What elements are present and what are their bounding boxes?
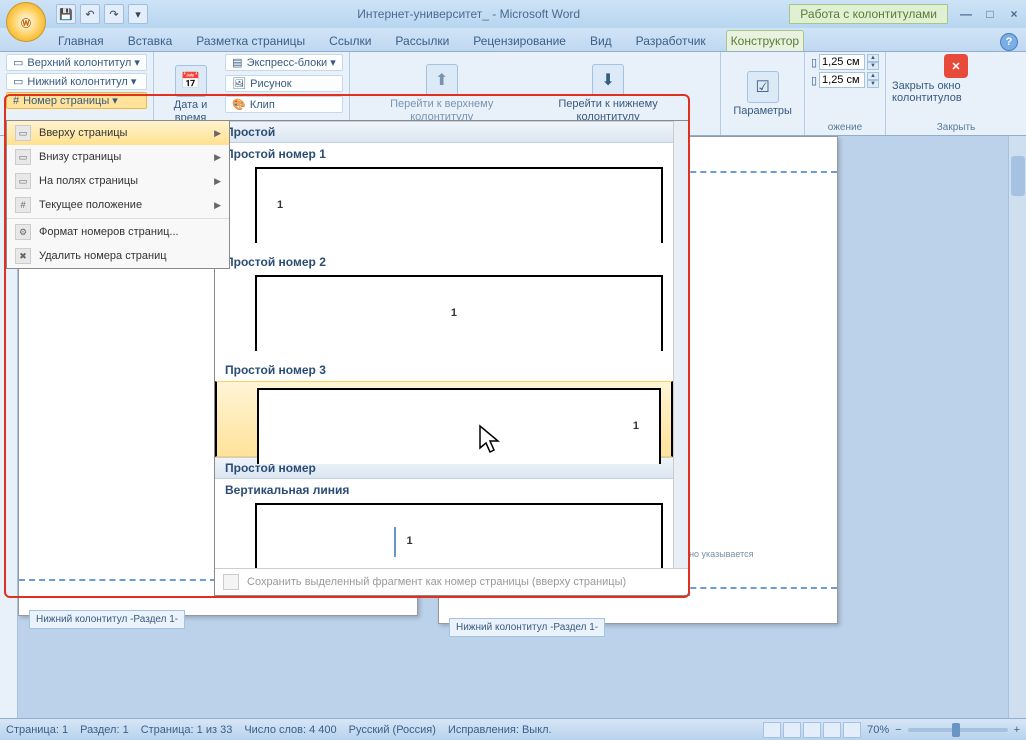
zoom-out-icon[interactable]: − <box>895 724 901 736</box>
office-button[interactable]: Ⓦ <box>6 2 46 42</box>
gallery-item-4-title: Вертикальная линия <box>215 479 673 501</box>
save-selection-label[interactable]: Сохранить выделенный фрагмент как номер … <box>247 576 626 588</box>
footer-tag-right: Нижний колонтитул -Раздел 1- <box>449 618 605 637</box>
ribbon-tabs: Главная Вставка Разметка страницы Ссылки… <box>0 28 1026 52</box>
zoom-slider[interactable] <box>908 728 1008 732</box>
page-top-icon: ▭ <box>15 125 31 141</box>
current-pos-icon: # <box>15 197 31 213</box>
gallery-item-2[interactable]: 1 <box>255 275 663 351</box>
tab-review[interactable]: Рецензирование <box>469 31 570 51</box>
tab-insert[interactable]: Вставка <box>124 31 177 51</box>
page-number-dropdown[interactable]: #Номер страницы ▾ <box>6 92 147 109</box>
page-number-gallery: Простой Простой номер 1 1 Простой номер … <box>214 120 690 596</box>
quick-access-toolbar: 💾 ↶ ↷ ▾ <box>56 4 148 24</box>
close-window-icon[interactable]: × <box>1006 7 1022 21</box>
menu-format-page-numbers[interactable]: ⚙ Формат номеров страниц... <box>7 220 229 244</box>
gallery-item-2-title: Простой номер 2 <box>215 251 673 273</box>
redo-icon[interactable]: ↷ <box>104 4 124 24</box>
footer-from-bottom-spinner[interactable]: ▯▲▼ <box>811 72 879 88</box>
footer-dropdown[interactable]: ▭Нижний колонтитул ▾ <box>6 73 147 90</box>
gallery-item-3-title: Простой номер 3 <box>215 359 673 381</box>
tab-references[interactable]: Ссылки <box>325 31 375 51</box>
gallery-scrollbar[interactable] <box>673 121 689 568</box>
footer-tag-left: Нижний колонтитул -Раздел 1- <box>29 610 185 629</box>
status-section[interactable]: Раздел: 1 <box>80 724 129 736</box>
qat-customize-icon[interactable]: ▾ <box>128 4 148 24</box>
tab-home[interactable]: Главная <box>54 31 108 51</box>
close-header-footer-button[interactable]: ✕ Закрыть окно колонтитулов <box>892 54 1020 104</box>
status-track-changes[interactable]: Исправления: Выкл. <box>448 724 552 736</box>
gallery-category-simple: Простой <box>215 121 673 143</box>
submenu-arrow-icon: ▶ <box>214 152 221 163</box>
status-page-of[interactable]: Страница: 1 из 33 <box>141 724 233 736</box>
title-bar: 💾 ↶ ↷ ▾ Интернет-университет_ - Microsof… <box>0 0 1026 28</box>
gallery-item-1-title: Простой номер 1 <box>215 143 673 165</box>
remove-icon: ✖ <box>15 248 31 264</box>
minimize-icon[interactable]: — <box>958 7 974 21</box>
gallery-item-1[interactable]: 1 <box>255 167 663 243</box>
submenu-arrow-icon: ▶ <box>214 128 221 139</box>
tab-mailings[interactable]: Рассылки <box>391 31 453 51</box>
format-icon: ⚙ <box>15 224 31 240</box>
menu-remove-page-numbers[interactable]: ✖ Удалить номера страниц <box>7 244 229 268</box>
picture-button[interactable]: 🖼Рисунок <box>225 75 343 92</box>
submenu-arrow-icon: ▶ <box>214 176 221 187</box>
menu-bottom-of-page[interactable]: ▭ Внизу страницы ▶ <box>7 145 229 169</box>
tab-design[interactable]: Конструктор <box>726 30 804 51</box>
submenu-arrow-icon: ▶ <box>214 200 221 211</box>
gallery-item-4[interactable]: 1 <box>255 503 663 569</box>
view-buttons[interactable] <box>763 722 861 738</box>
undo-icon[interactable]: ↶ <box>80 4 100 24</box>
menu-page-margins[interactable]: ▭ На полях страницы ▶ <box>7 169 229 193</box>
page-number-menu: ▭ Вверху страницы ▶ ▭ Внизу страницы ▶ ▭… <box>6 120 230 269</box>
window-title: Интернет-университет_ - Microsoft Word <box>148 7 789 21</box>
status-word-count[interactable]: Число слов: 4 400 <box>244 724 336 736</box>
page-margin-icon: ▭ <box>15 173 31 189</box>
options-dropdown[interactable]: ☑Параметры <box>727 54 798 135</box>
close-x-icon: ✕ <box>944 54 968 78</box>
header-from-top-spinner[interactable]: ▯▲▼ <box>811 54 879 70</box>
zoom-level[interactable]: 70% <box>867 724 889 736</box>
tab-view[interactable]: Вид <box>586 31 616 51</box>
save-icon[interactable]: 💾 <box>56 4 76 24</box>
status-bar: Страница: 1 Раздел: 1 Страница: 1 из 33 … <box>0 718 1026 740</box>
gallery-item-3[interactable]: 1 <box>215 381 673 457</box>
status-language[interactable]: Русский (Россия) <box>349 724 436 736</box>
vertical-scrollbar[interactable] <box>1008 136 1026 718</box>
status-page[interactable]: Страница: 1 <box>6 724 68 736</box>
maximize-icon[interactable]: □ <box>982 7 998 21</box>
quick-parts-dropdown[interactable]: ▤Экспресс-блоки ▾ <box>225 54 343 71</box>
position-group-label: ожение <box>811 122 879 135</box>
mouse-cursor-icon <box>478 424 504 461</box>
menu-current-position[interactable]: # Текущее положение ▶ <box>7 193 229 217</box>
zoom-in-icon[interactable]: + <box>1014 724 1020 736</box>
page-bottom-icon: ▭ <box>15 149 31 165</box>
help-icon[interactable]: ? <box>1000 33 1018 51</box>
tab-developer[interactable]: Разработчик <box>632 31 710 51</box>
header-dropdown[interactable]: ▭Верхний колонтитул ▾ <box>6 54 147 71</box>
contextual-group-label: Работа с колонтитулами <box>789 4 948 24</box>
clip-art-button[interactable]: 🎨Клип <box>225 96 343 113</box>
save-selection-icon <box>223 574 239 590</box>
tab-layout[interactable]: Разметка страницы <box>192 31 309 51</box>
menu-top-of-page[interactable]: ▭ Вверху страницы ▶ <box>7 121 229 145</box>
